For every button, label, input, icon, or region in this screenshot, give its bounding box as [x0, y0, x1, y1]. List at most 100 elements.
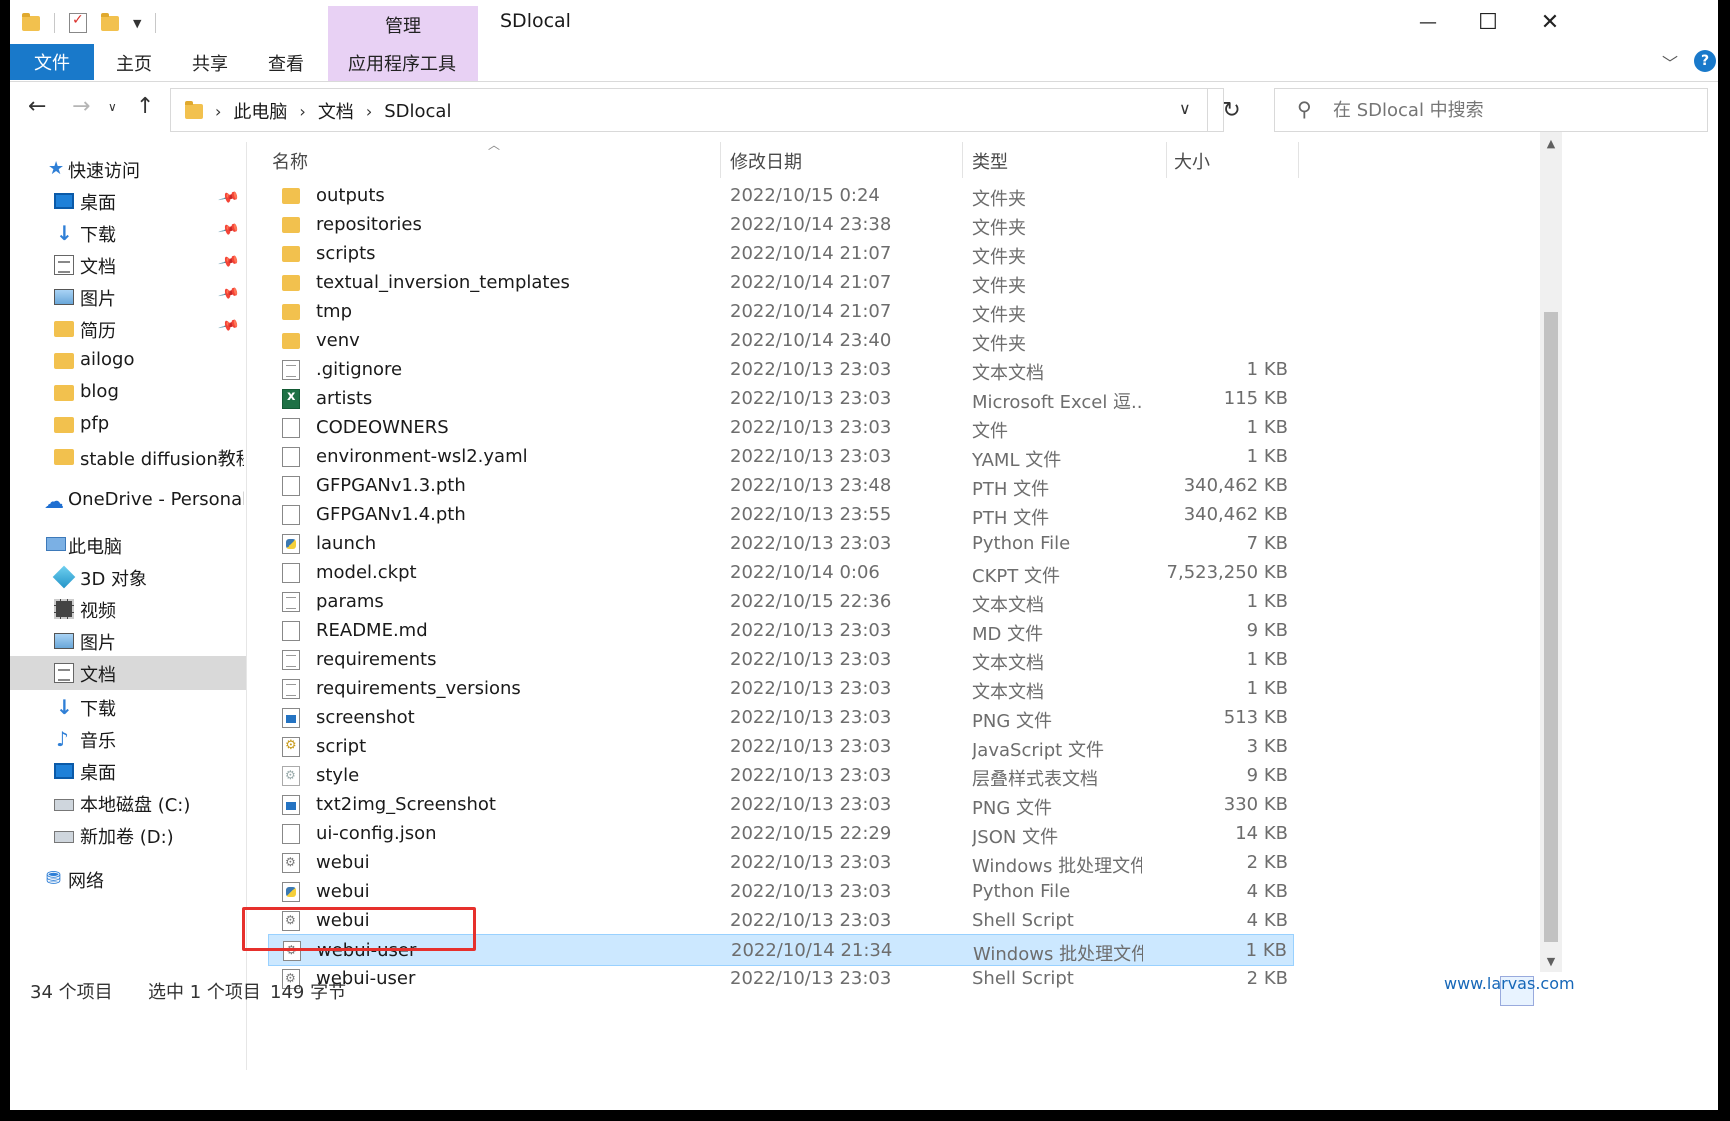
nav-network[interactable]: ⛃ 网络 — [10, 862, 246, 896]
file-row[interactable]: GFPGANv1.3.pth 2022/10/13 23:48 PTH 文件 340,… — [268, 470, 1294, 502]
nav-quick-access[interactable]: ★ 快速访问 — [10, 152, 246, 186]
nav-onedrive[interactable]: ☁ OneDrive - Personal — [10, 484, 246, 518]
text-file-icon — [282, 360, 300, 380]
properties-icon[interactable] — [69, 12, 87, 33]
nav-blog-folder[interactable]: blog — [10, 376, 246, 410]
maximize-button[interactable]: ☐ — [1458, 4, 1518, 40]
nav-pictures-pinned[interactable]: 图片 📌 — [10, 280, 246, 314]
file-row[interactable]: webui 2022/10/13 23:03 Python File 4 KB — [268, 876, 1294, 908]
file-row[interactable]: repositories 2022/10/14 23:38 文件夹 — [268, 209, 1294, 241]
chevron-right-icon[interactable]: › — [215, 102, 221, 121]
file-row[interactable]: environment-wsl2.yaml 2022/10/13 23:03 YAM… — [268, 441, 1294, 473]
refresh-icon[interactable]: ↻ — [1207, 89, 1255, 131]
breadcrumb-sdlocal[interactable]: SDlocal — [384, 101, 451, 122]
folder-icon — [54, 321, 74, 337]
pin-icon[interactable]: 📌 — [217, 219, 240, 242]
nav-documents[interactable]: 文档 — [10, 656, 246, 690]
tab-share[interactable]: 共享 — [192, 50, 228, 76]
file-row[interactable]: README.md 2022/10/13 23:03 MD 文件 9 KB — [268, 615, 1294, 647]
nav-downloads-pinned[interactable]: ↓ 下载 📌 — [10, 216, 246, 250]
nav-3d-objects[interactable]: 3D 对象 — [10, 560, 246, 594]
file-row[interactable]: ui-config.json 2022/10/15 22:29 JSON 文件 14 … — [268, 818, 1294, 850]
customize-toolbar-dropdown-icon[interactable]: ▼ — [133, 17, 141, 30]
recent-locations-chevron-icon[interactable]: ∨ — [108, 100, 117, 114]
chevron-right-icon[interactable]: › — [299, 102, 305, 121]
pin-icon[interactable]: 📌 — [217, 315, 240, 338]
tab-app-tools[interactable]: 应用程序工具 — [348, 50, 456, 76]
pin-icon[interactable]: 📌 — [217, 187, 240, 210]
file-name: tmp — [316, 301, 353, 322]
scroll-down-icon[interactable]: ▼ — [1540, 950, 1562, 972]
file-row[interactable]: requirements 2022/10/13 23:03 文本文档 1 KB — [268, 644, 1294, 676]
nav-desktop-pinned[interactable]: 桌面 📌 — [10, 184, 246, 218]
nav-drive-c[interactable]: 本地磁盘 (C:) — [10, 786, 246, 820]
file-row[interactable]: txt2img_Screenshot 2022/10/13 23:03 PNG 文件… — [268, 789, 1294, 821]
scrollbar-thumb[interactable] — [1544, 312, 1558, 942]
search-input[interactable] — [1333, 95, 1693, 125]
nav-videos[interactable]: 视频 — [10, 592, 246, 626]
new-folder-icon[interactable] — [101, 12, 119, 31]
file-size: 340,462 KB — [1183, 475, 1288, 496]
file-row[interactable]: screenshot 2022/10/13 23:03 PNG 文件 513 KB — [268, 702, 1294, 734]
column-divider[interactable] — [1298, 142, 1299, 178]
file-row[interactable]: outputs 2022/10/15 0:24 文件夹 — [268, 180, 1294, 212]
nav-label: 网络 — [68, 871, 104, 892]
nav-ailogo-folder[interactable]: ailogo — [10, 344, 246, 378]
back-arrow-icon[interactable]: ← — [28, 94, 46, 119]
file-row[interactable]: artists 2022/10/13 23:03 Microsoft Excel 逗… — [268, 383, 1294, 415]
file-row[interactable]: script 2022/10/13 23:03 JavaScript 文件 3 KB — [268, 731, 1294, 763]
search-icon: ⚲ — [1297, 97, 1312, 121]
breadcrumb-documents[interactable]: 文档 — [318, 98, 354, 124]
nav-stable-diffusion-folder[interactable]: stable diffusion教程 — [10, 440, 246, 474]
column-date[interactable]: 修改日期 — [730, 148, 802, 174]
close-button[interactable]: ✕ — [1520, 4, 1580, 40]
file-row[interactable]: venv 2022/10/14 23:40 文件夹 — [268, 325, 1294, 357]
address-bar[interactable]: › 此电脑 › 文档 › SDlocal ∨ ↻ — [170, 88, 1241, 132]
manage-context-label[interactable]: 管理 — [328, 12, 478, 38]
up-arrow-icon[interactable]: ↑ — [136, 94, 154, 119]
tab-view[interactable]: 查看 — [268, 50, 304, 76]
nav-music[interactable]: ♪ 音乐 — [10, 722, 246, 756]
nav-pictures[interactable]: 图片 — [10, 624, 246, 658]
pin-icon[interactable]: 📌 — [217, 283, 240, 306]
file-row[interactable]: CODEOWNERS 2022/10/13 23:03 文件 1 KB — [268, 412, 1294, 444]
file-row[interactable]: requirements_versions 2022/10/13 23:03 文本文… — [268, 673, 1294, 705]
file-row[interactable]: scripts 2022/10/14 21:07 文件夹 — [268, 238, 1294, 270]
column-divider[interactable] — [720, 142, 721, 178]
breadcrumb-this-pc[interactable]: 此电脑 — [233, 98, 287, 124]
pin-icon[interactable]: 📌 — [217, 251, 240, 274]
column-name[interactable]: 名称 — [272, 148, 308, 174]
file-row[interactable]: textual_inversion_templates 2022/10/14 21… — [268, 267, 1294, 299]
nav-pfp-folder[interactable]: pfp — [10, 408, 246, 442]
nav-drive-d[interactable]: 新加卷 (D:) — [10, 818, 246, 852]
file-row[interactable]: .gitignore 2022/10/13 23:03 文本文档 1 KB — [268, 354, 1294, 386]
tab-home[interactable]: 主页 — [116, 50, 152, 76]
search-box[interactable]: ⚲ — [1274, 88, 1708, 132]
nav-this-pc[interactable]: 此电脑 — [10, 528, 246, 562]
column-divider[interactable] — [1166, 142, 1167, 178]
column-divider[interactable] — [962, 142, 963, 178]
nav-documents-pinned[interactable]: 文档 📌 — [10, 248, 246, 282]
file-row[interactable]: webui 2022/10/13 23:03 Windows 批处理文件 2 KB — [268, 847, 1294, 879]
nav-downloads[interactable]: ↓ 下载 — [10, 690, 246, 724]
file-size: 2 KB — [1246, 852, 1288, 873]
column-type[interactable]: 类型 — [972, 148, 1008, 174]
minimize-button[interactable]: — — [1398, 4, 1458, 40]
file-row[interactable]: tmp 2022/10/14 21:07 文件夹 — [268, 296, 1294, 328]
file-row[interactable]: GFPGANv1.4.pth 2022/10/13 23:55 PTH 文件 340,… — [268, 499, 1294, 531]
nav-resume-folder[interactable]: 简历 📌 — [10, 312, 246, 346]
nav-desktop[interactable]: 桌面 — [10, 754, 246, 788]
vertical-scrollbar[interactable]: ▲ ▼ — [1540, 132, 1562, 972]
file-row[interactable]: model.ckpt 2022/10/14 0:06 CKPT 文件 7,523,25… — [268, 557, 1294, 589]
ribbon-expand-icon[interactable]: ﹀ — [1662, 50, 1678, 74]
tab-file[interactable]: 文件 — [10, 44, 94, 80]
file-row[interactable]: launch 2022/10/13 23:03 Python File 7 KB — [268, 528, 1294, 560]
chevron-right-icon[interactable]: › — [366, 102, 372, 121]
forward-arrow-icon[interactable]: → — [72, 94, 90, 119]
help-icon[interactable]: ? — [1694, 50, 1716, 72]
file-row[interactable]: style 2022/10/13 23:03 层叠样式表文档 9 KB — [268, 760, 1294, 792]
address-history-chevron-icon[interactable]: ∨ — [1179, 99, 1191, 118]
file-row[interactable]: params 2022/10/15 22:36 文本文档 1 KB — [268, 586, 1294, 618]
scroll-up-icon[interactable]: ▲ — [1540, 132, 1562, 154]
column-size[interactable]: 大小 — [1174, 148, 1210, 174]
